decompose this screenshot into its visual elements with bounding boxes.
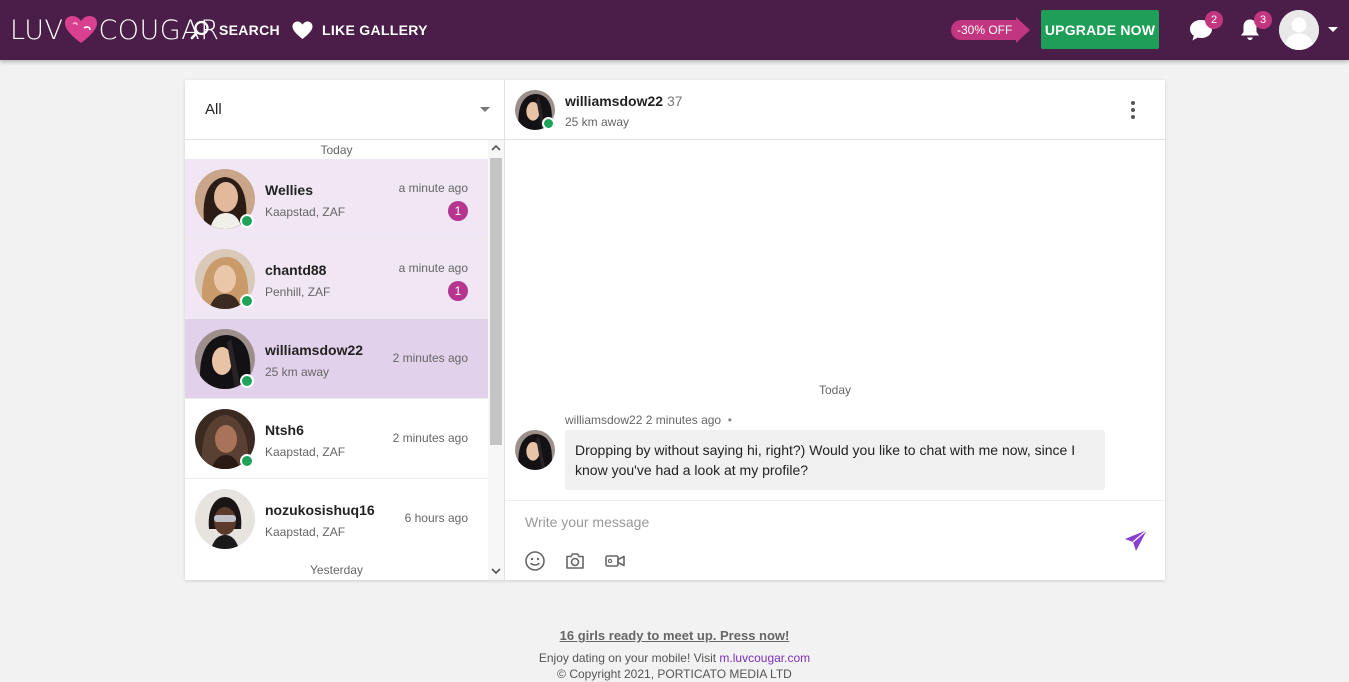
camera-icon[interactable] bbox=[564, 550, 586, 572]
last-message-time: a minute ago bbox=[398, 261, 468, 275]
messages-count-badge: 2 bbox=[1205, 11, 1223, 29]
copyright-text: © Copyright 2021, PORTICATO MEDIA LTD bbox=[557, 667, 792, 681]
contact-location: 25 km away bbox=[265, 365, 330, 379]
heart-icon bbox=[292, 21, 313, 39]
last-message-time: a minute ago bbox=[398, 181, 468, 195]
contact-name: nozukosishuq16 bbox=[265, 502, 375, 518]
day-divider-today: Today bbox=[320, 143, 353, 157]
conversation-filter-select[interactable]: All bbox=[185, 80, 504, 140]
unread-count-badge: 1 bbox=[448, 281, 468, 301]
message-status: • bbox=[727, 413, 732, 427]
video-camera-icon[interactable] bbox=[604, 550, 626, 572]
logo-text-left: LUV bbox=[10, 14, 64, 46]
top-navigation-bar: LUV COUGAR SEARCH LIKE GALLERY -30% OFF … bbox=[0, 0, 1349, 60]
online-indicator bbox=[542, 117, 555, 130]
chat-contact-distance: 25 km away bbox=[565, 115, 630, 129]
search-nav-label: SEARCH bbox=[219, 22, 280, 38]
footer-mobile-line: Enjoy dating on your mobile! Visit m.luv… bbox=[0, 651, 1349, 665]
luvcougar-logo[interactable]: LUV COUGAR bbox=[10, 13, 219, 47]
mobile-promo-text: Enjoy dating on your mobile! Visit bbox=[538, 651, 717, 665]
upgrade-now-button[interactable]: UPGRADE NOW bbox=[1041, 10, 1159, 49]
message-time: 2 minutes ago bbox=[645, 413, 722, 427]
conversation-list-pane: All Today Wellies Kaapstad, ZAF a minute… bbox=[185, 80, 505, 580]
notifications-button[interactable]: 3 bbox=[1236, 11, 1272, 44]
online-indicator bbox=[240, 454, 254, 468]
conversation-list-scrollbar[interactable] bbox=[488, 140, 504, 580]
contact-name: williamsdow22 bbox=[265, 342, 364, 358]
mobile-site-link[interactable]: m.luvcougar.com bbox=[719, 651, 810, 665]
message-sender: williamsdow22 bbox=[565, 413, 643, 427]
contact-location: Kaapstad, ZAF bbox=[265, 525, 346, 539]
messenger-panel: All Today Wellies Kaapstad, ZAF a minute… bbox=[185, 80, 1165, 580]
chat-contact-username: williamsdow22 bbox=[565, 93, 664, 109]
contact-avatar bbox=[195, 489, 255, 549]
contact-name: Wellies bbox=[265, 182, 313, 198]
scrollbar-thumb[interactable] bbox=[490, 158, 502, 445]
message-bubble: Dropping by without saying hi, right?) W… bbox=[565, 430, 1105, 490]
search-nav-link[interactable]: SEARCH bbox=[190, 18, 280, 42]
chat-contact-age: 37 bbox=[666, 93, 683, 109]
conversation-item[interactable]: williamsdow22 25 km away 2 minutes ago bbox=[185, 319, 488, 399]
send-icon[interactable] bbox=[1124, 529, 1148, 553]
chat-header: williamsdow22 37 25 km away bbox=[505, 80, 1165, 140]
conversation-item[interactable]: nozukosishuq16 Kaapstad, ZAF 6 hours ago bbox=[185, 479, 488, 559]
conversation-item[interactable]: Wellies Kaapstad, ZAF a minute ago 1 bbox=[185, 159, 488, 239]
message-meta: williamsdow22 2 minutes ago • bbox=[565, 413, 732, 427]
message-input[interactable] bbox=[525, 511, 1105, 533]
promo-arrow-icon bbox=[1016, 17, 1031, 43]
online-indicator bbox=[240, 374, 254, 388]
chat-pane: williamsdow22 37 25 km away Today willia… bbox=[505, 80, 1165, 580]
user-avatar[interactable] bbox=[1279, 10, 1319, 50]
chevron-down-icon[interactable] bbox=[491, 566, 501, 576]
like-gallery-nav-label: LIKE GALLERY bbox=[322, 22, 428, 38]
default-avatar-icon bbox=[1279, 10, 1319, 50]
contact-name: chantd88 bbox=[265, 262, 327, 278]
message-composer bbox=[505, 500, 1165, 580]
conversation-item[interactable]: chantd88 Penhill, ZAF a minute ago 1 bbox=[185, 239, 488, 319]
emoji-icon[interactable] bbox=[524, 550, 546, 572]
girls-ready-promo-link[interactable]: 16 girls ready to meet up. Press now! bbox=[560, 628, 790, 643]
online-indicator bbox=[240, 294, 254, 308]
logo-heart-icon bbox=[64, 15, 98, 45]
contact-location: Penhill, ZAF bbox=[265, 285, 331, 299]
search-icon bbox=[190, 20, 209, 40]
day-divider-yesterday: Yesterday bbox=[310, 563, 363, 577]
chevron-up-icon[interactable] bbox=[491, 143, 501, 153]
chat-contact-name[interactable]: williamsdow22 37 bbox=[565, 93, 683, 109]
online-indicator bbox=[240, 214, 254, 228]
conversation-item[interactable]: Ntsh6 Kaapstad, ZAF 2 minutes ago bbox=[185, 399, 488, 479]
more-options-icon[interactable] bbox=[1123, 100, 1143, 120]
contact-location: Kaapstad, ZAF bbox=[265, 205, 346, 219]
messages-button[interactable]: 2 bbox=[1187, 11, 1223, 44]
contact-name: Ntsh6 bbox=[265, 422, 304, 438]
footer-promo: 16 girls ready to meet up. Press now! bbox=[0, 628, 1349, 643]
chevron-down-icon bbox=[480, 107, 490, 112]
like-gallery-nav-link[interactable]: LIKE GALLERY bbox=[292, 18, 428, 42]
discount-label: -30% OFF bbox=[951, 20, 1017, 40]
contact-location: Kaapstad, ZAF bbox=[265, 445, 346, 459]
last-message-time: 2 minutes ago bbox=[392, 351, 468, 365]
message-day-divider: Today bbox=[818, 383, 852, 397]
message-sender-avatar[interactable] bbox=[515, 430, 555, 470]
account-menu-caret-icon[interactable] bbox=[1328, 27, 1338, 32]
discount-promo-badge[interactable]: -30% OFF bbox=[951, 17, 1031, 43]
last-message-time: 6 hours ago bbox=[404, 511, 468, 525]
unread-count-badge: 1 bbox=[448, 201, 468, 221]
last-message-time: 2 minutes ago bbox=[392, 431, 468, 445]
notifications-count-badge: 3 bbox=[1254, 11, 1272, 29]
filter-selected-value: All bbox=[205, 101, 222, 118]
